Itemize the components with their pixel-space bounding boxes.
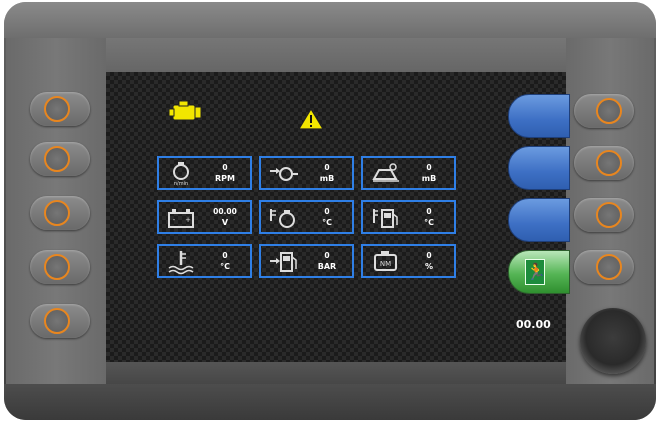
button-ring-icon bbox=[44, 200, 70, 226]
button-ring-icon bbox=[44, 146, 70, 172]
tile-unit: % bbox=[424, 262, 433, 271]
tile-value: 0 bbox=[426, 251, 432, 260]
tile-value: 0 bbox=[324, 163, 330, 172]
screen-frame-top bbox=[106, 38, 566, 72]
svg-text:+: + bbox=[185, 216, 191, 224]
fuel-temperature-icon bbox=[373, 209, 398, 228]
turbo-pressure-icon bbox=[270, 167, 298, 181]
left-hw-button-3[interactable] bbox=[30, 196, 90, 230]
tile-unit: V bbox=[221, 218, 229, 227]
right-hw-button-3[interactable] bbox=[574, 198, 634, 232]
fuel-pressure-icon bbox=[270, 252, 297, 272]
tile-unit: mB bbox=[421, 174, 437, 183]
svg-text:n/min: n/min bbox=[174, 181, 188, 187]
svg-text:-: - bbox=[173, 216, 176, 224]
tile-unit: mB bbox=[319, 174, 335, 183]
engine-warning-icon bbox=[168, 100, 202, 121]
tile-value: 00.00 bbox=[213, 207, 237, 216]
softkey-1[interactable] bbox=[508, 94, 570, 138]
rotary-knob[interactable] bbox=[580, 308, 646, 374]
intake-temperature-icon bbox=[270, 209, 295, 228]
right-hw-button-2[interactable] bbox=[574, 146, 634, 180]
tile-coolant-temperature[interactable]: 0 °C bbox=[157, 244, 252, 278]
right-hw-button-4[interactable] bbox=[574, 250, 634, 284]
bezel-bottom bbox=[4, 384, 656, 420]
tile-intake-temperature[interactable]: 0 °C bbox=[259, 200, 354, 234]
button-ring-icon bbox=[596, 150, 622, 176]
left-hw-button-1[interactable] bbox=[30, 92, 90, 126]
tile-value: 0 bbox=[222, 163, 228, 172]
softkey-3[interactable] bbox=[508, 198, 570, 242]
tile-engine-torque[interactable]: NM 0 % bbox=[361, 244, 456, 278]
left-hw-button-5[interactable] bbox=[30, 304, 90, 338]
display-unit: n/min 0 RPM 0 mB 0 mB - + 00.00 V 0 °C 0… bbox=[0, 0, 660, 422]
softkey-2[interactable] bbox=[508, 146, 570, 190]
left-hw-button-4[interactable] bbox=[30, 250, 90, 284]
right-hw-button-1[interactable] bbox=[574, 94, 634, 128]
tile-value: 0 bbox=[426, 163, 432, 172]
tile-unit: °C bbox=[424, 218, 434, 227]
engine-speed-icon: n/min bbox=[173, 162, 189, 187]
left-hw-button-2[interactable] bbox=[30, 142, 90, 176]
engine-torque-icon: NM bbox=[374, 251, 397, 271]
ambient-pressure-icon bbox=[372, 163, 399, 182]
tile-value: 0 bbox=[222, 251, 228, 260]
button-ring-icon bbox=[44, 96, 70, 122]
tile-unit: °C bbox=[220, 262, 230, 271]
tile-unit: °C bbox=[322, 218, 332, 227]
button-ring-icon bbox=[44, 308, 70, 334]
tile-unit: RPM bbox=[215, 174, 235, 183]
button-ring-icon bbox=[596, 98, 622, 124]
readout-value: 00.00 bbox=[516, 318, 551, 331]
tile-fuel-temperature[interactable]: 0 °C bbox=[361, 200, 456, 234]
bezel-top bbox=[4, 2, 656, 38]
exit-icon: 🏃 bbox=[525, 259, 546, 285]
tile-fuel-pressure[interactable]: 0 BAR bbox=[259, 244, 354, 278]
tile-engine-speed[interactable]: n/min 0 RPM bbox=[157, 156, 252, 190]
button-ring-icon bbox=[596, 202, 622, 228]
button-ring-icon bbox=[44, 254, 70, 280]
tile-value: 0 bbox=[324, 207, 330, 216]
exit-softkey[interactable]: 🏃 bbox=[508, 250, 570, 294]
svg-text:NM: NM bbox=[380, 260, 391, 268]
screen-frame-bottom bbox=[106, 362, 566, 384]
tile-ambient-pressure[interactable]: 0 mB bbox=[361, 156, 456, 190]
tile-unit: BAR bbox=[317, 262, 337, 271]
coolant-temperature-icon bbox=[168, 251, 194, 275]
warning-triangle-icon bbox=[298, 108, 324, 130]
button-ring-icon bbox=[596, 254, 622, 280]
tile-turbo-pressure[interactable]: 0 mB bbox=[259, 156, 354, 190]
tile-battery-voltage[interactable]: - + 00.00 V bbox=[157, 200, 252, 234]
tile-value: 0 bbox=[324, 251, 330, 260]
battery-icon: - + bbox=[168, 209, 194, 228]
tile-value: 0 bbox=[426, 207, 432, 216]
